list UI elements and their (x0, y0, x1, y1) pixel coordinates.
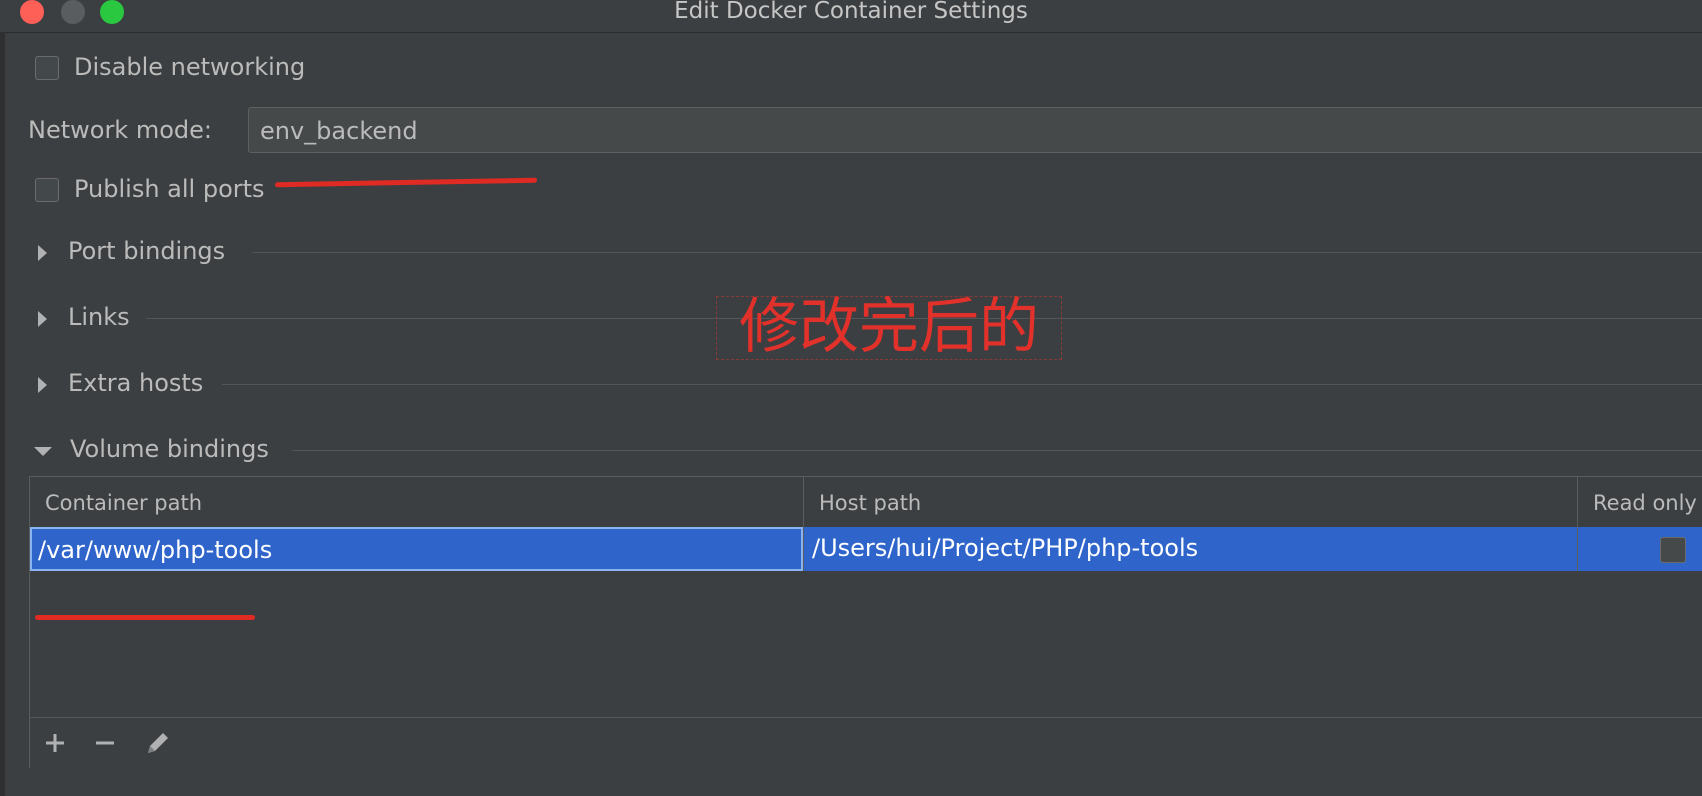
annotation-underline-path (35, 615, 255, 620)
disable-networking-label: Disable networking (74, 53, 306, 81)
column-header-container-path[interactable]: Container path (30, 477, 803, 527)
section-divider (252, 252, 1702, 253)
minus-icon[interactable] (90, 728, 120, 758)
section-divider (292, 450, 1702, 451)
table-header: Container path Host path Read only (30, 477, 1702, 527)
collapse-arrow-icon (34, 447, 52, 456)
window-title: Edit Docker Container Settings (674, 0, 1028, 24)
column-header-read-only[interactable]: Read only (1577, 477, 1702, 527)
table-row[interactable]: /var/www/php-tools /Users/hui/Project/PH… (30, 527, 1702, 571)
annotation-underline-publish (274, 177, 538, 188)
expand-arrow-icon (38, 311, 47, 327)
host-path-cell[interactable]: /Users/hui/Project/PHP/php-tools (803, 527, 1577, 571)
section-title: Links (68, 303, 130, 331)
column-header-host-path[interactable]: Host path (803, 477, 1577, 527)
expand-arrow-icon (38, 377, 47, 393)
table-toolbar (30, 717, 1702, 768)
section-title: Volume bindings (70, 435, 269, 463)
section-title: Extra hosts (68, 369, 204, 397)
publish-all-ports-checkbox[interactable] (35, 178, 59, 202)
section-divider (222, 384, 1702, 385)
section-volume-bindings[interactable]: Volume bindings (30, 435, 1702, 465)
plus-icon[interactable] (40, 728, 70, 758)
section-title: Port bindings (68, 237, 226, 265)
title-bar: Edit Docker Container Settings (0, 0, 1702, 33)
annotation-text: 修改完后的 (716, 296, 1062, 360)
network-mode-field[interactable]: env_backend (248, 107, 1702, 153)
volume-bindings-table: Container path Host path Read only /var/… (29, 476, 1702, 768)
publish-all-ports-label[interactable]: Publish all ports (74, 175, 265, 203)
section-port-bindings[interactable]: Port bindings (30, 237, 1702, 267)
left-edge (0, 32, 5, 796)
section-extra-hosts[interactable]: Extra hosts (30, 369, 1702, 399)
read-only-checkbox[interactable] (1660, 537, 1686, 563)
network-mode-label: Network mode: (28, 116, 212, 144)
container-path-cell[interactable]: /var/www/php-tools (30, 527, 803, 571)
pencil-icon[interactable] (143, 728, 173, 758)
disable-networking-checkbox[interactable] (35, 56, 59, 80)
expand-arrow-icon (38, 245, 47, 261)
